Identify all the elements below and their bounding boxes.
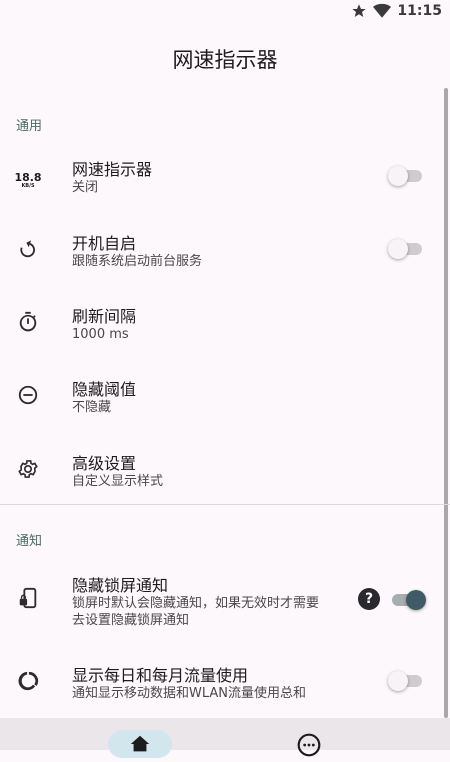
setting-hide-threshold-value: 不隐藏	[72, 400, 112, 415]
setting-advanced-subtitle: 自定义显示样式	[72, 474, 164, 489]
nav-item-more[interactable]	[296, 732, 322, 758]
gear-icon	[16, 457, 40, 481]
setting-daily-monthly-title: 显示每日和每月流量使用	[72, 666, 249, 685]
switch-knob	[388, 239, 408, 259]
restart-icon	[16, 237, 40, 261]
setting-refresh-interval-value: 1000 ms	[72, 327, 129, 342]
setting-daily-monthly-usage[interactable]: 显示每日和每月流量使用 通知显示移动数据和WLAN流量使用总和	[0, 660, 450, 712]
setting-hide-threshold-title: 隐藏阈值	[72, 380, 137, 399]
switch-knob	[388, 671, 408, 691]
speed-indicator-switch[interactable]	[388, 166, 422, 186]
help-icon[interactable]: ?	[358, 588, 380, 610]
setting-speed-indicator[interactable]: 18.8 KB/S 网速指示器 关闭	[0, 154, 450, 206]
data-usage-icon	[16, 669, 40, 693]
speed-meter-icon: 18.8 KB/S	[14, 170, 42, 189]
section-divider	[0, 504, 450, 505]
setting-autostart-title: 开机自启	[72, 234, 137, 253]
lock-phone-icon	[16, 586, 40, 610]
setting-hide-lockscreen-title: 隐藏锁屏通知	[72, 576, 169, 595]
setting-refresh-interval-title: 刷新间隔	[72, 307, 137, 326]
setting-autostart-subtitle: 跟随系统启动前台服务	[72, 254, 203, 269]
setting-hide-lockscreen[interactable]: 隐藏锁屏通知 锁屏时默认会隐藏通知，如果无效时才需要 去设置隐藏锁屏通知 ?	[0, 570, 450, 632]
status-icons: 11:15	[351, 3, 442, 19]
bottom-navigation	[0, 718, 450, 758]
switch-knob	[388, 166, 408, 186]
timer-icon	[16, 310, 40, 334]
section-header-general: 通用	[16, 119, 43, 134]
setting-advanced[interactable]: 高级设置 自定义显示样式	[0, 448, 450, 500]
status-time: 11:15	[397, 3, 442, 19]
wifi-icon	[373, 3, 392, 18]
setting-autostart[interactable]: 开机自启 跟随系统启动前台服务	[0, 228, 450, 280]
autostart-switch[interactable]	[388, 239, 422, 259]
star-icon	[352, 4, 367, 17]
setting-advanced-title: 高级设置	[72, 454, 137, 473]
setting-daily-monthly-subtitle: 通知显示移动数据和WLAN流量使用总和	[72, 686, 307, 701]
daily-monthly-switch[interactable]	[388, 671, 422, 691]
setting-speed-indicator-subtitle: 关闭	[72, 180, 99, 195]
page-title: 网速指示器	[172, 48, 278, 72]
status-bar: 11:15	[0, 0, 450, 24]
setting-hide-threshold[interactable]: 隐藏阈值 不隐藏	[0, 374, 450, 426]
section-header-notification: 通知	[16, 534, 43, 549]
nav-item-home[interactable]	[108, 730, 172, 758]
settings-list: 通用 18.8 KB/S 网速指示器 关闭 开机自启 跟随系统启动前台服务 刷新…	[0, 88, 450, 718]
setting-speed-indicator-title: 网速指示器	[72, 160, 153, 179]
hide-lockscreen-switch[interactable]	[392, 590, 426, 610]
minus-circle-icon	[16, 383, 40, 407]
setting-refresh-interval[interactable]: 刷新间隔 1000 ms	[0, 301, 450, 353]
setting-hide-lockscreen-desc-1: 锁屏时默认会隐藏通知，如果无效时才需要	[72, 596, 320, 611]
setting-hide-lockscreen-desc-2: 去设置隐藏锁屏通知	[72, 613, 190, 628]
switch-knob	[406, 590, 426, 610]
home-icon	[130, 735, 150, 752]
more-icon	[297, 733, 321, 757]
